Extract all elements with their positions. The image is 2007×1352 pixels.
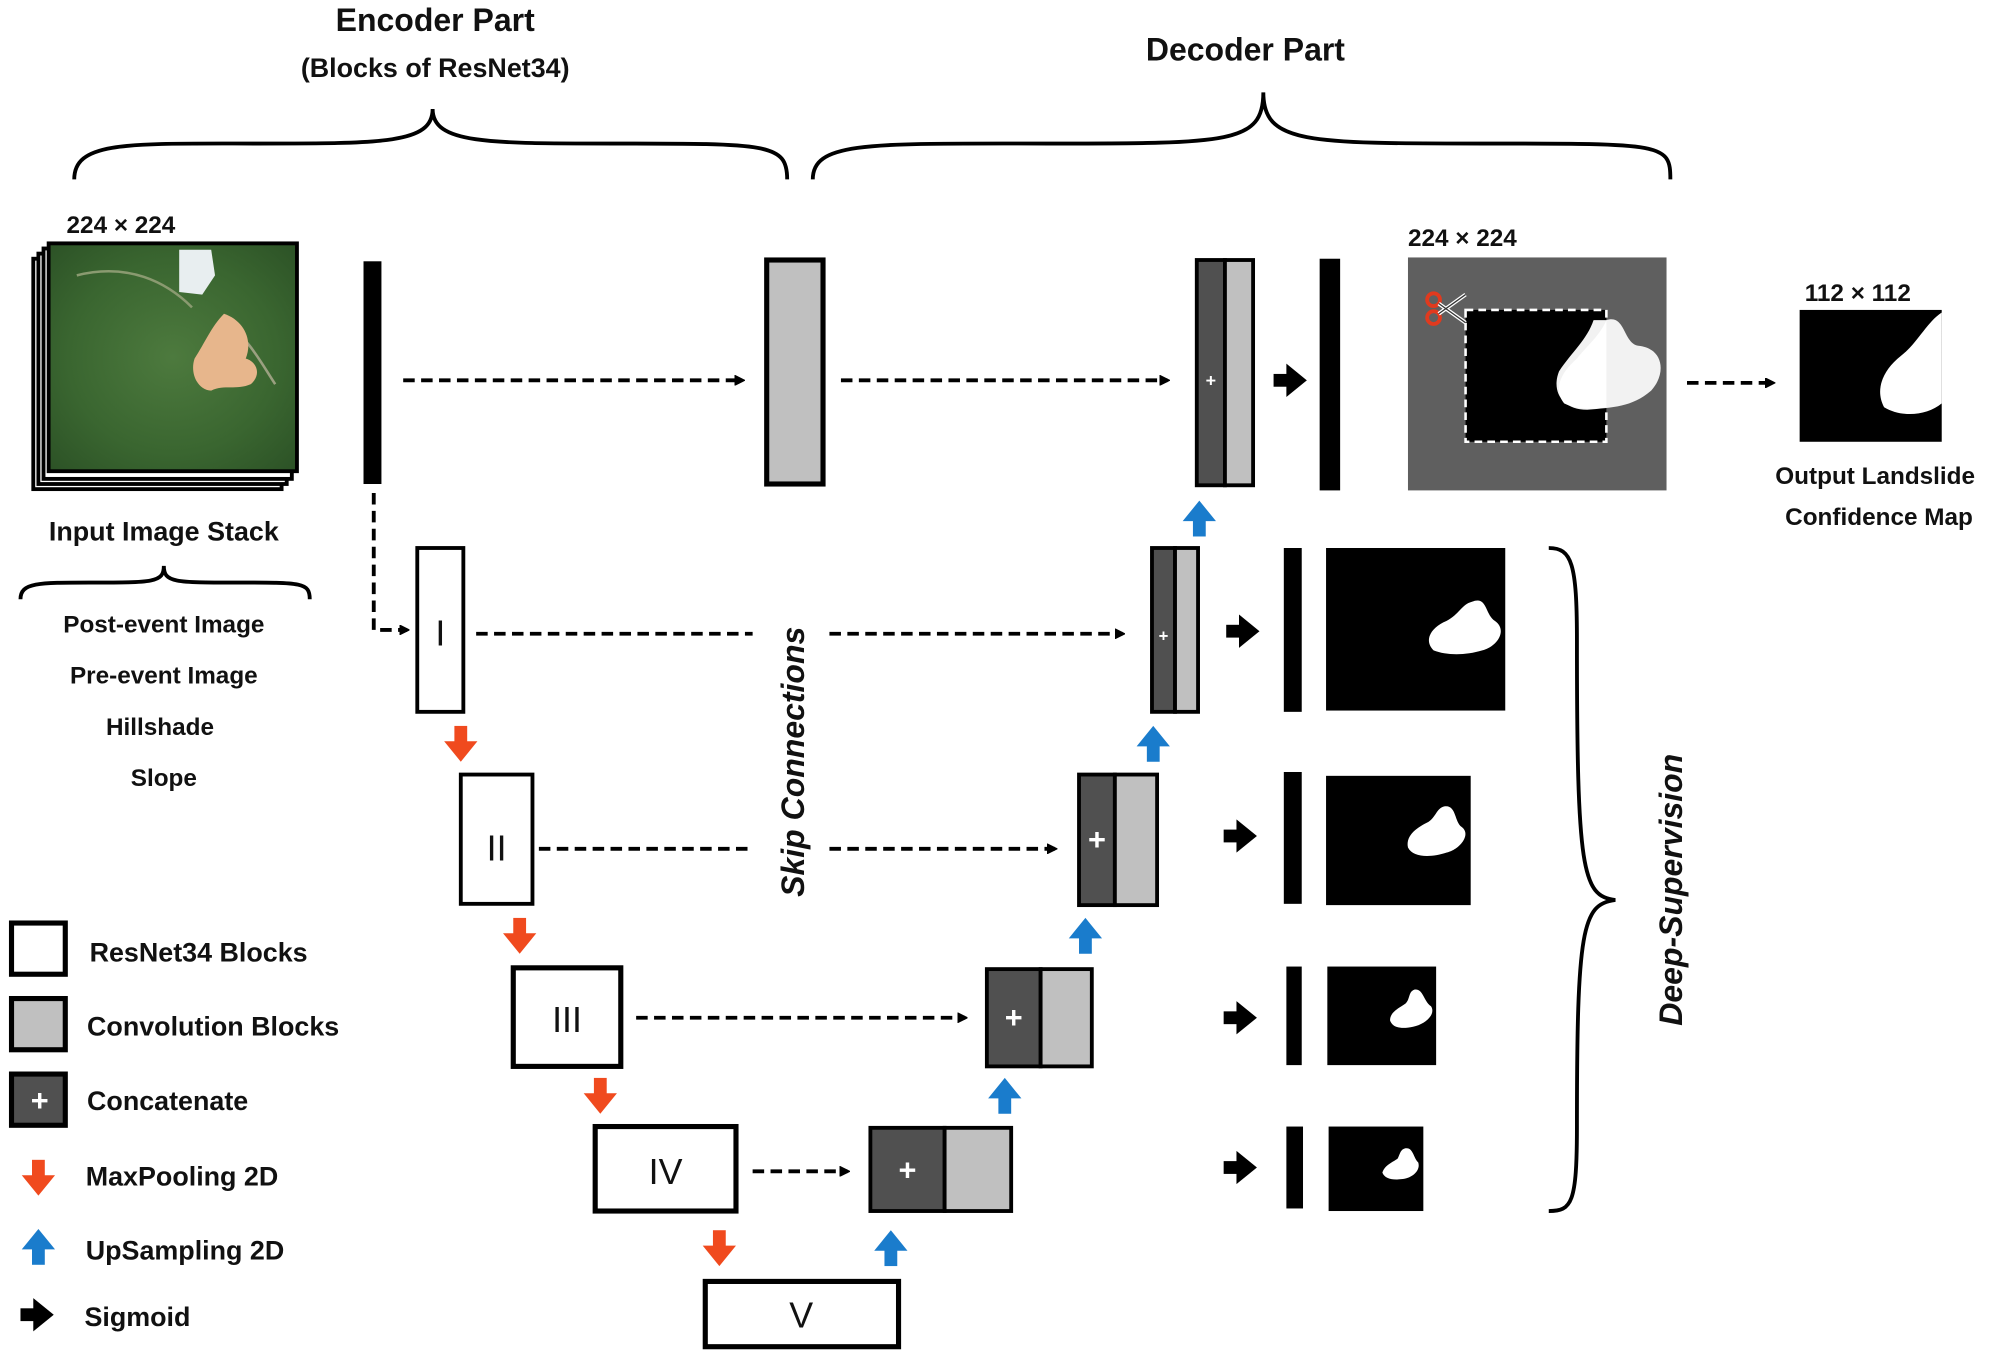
concatenate-block: +: [868, 1125, 1014, 1213]
feature-bar: [1286, 966, 1302, 1066]
resnet-block-legend-icon: [8, 920, 68, 977]
block-label: V: [789, 1296, 813, 1336]
sigmoid-arrow-icon: [1223, 1150, 1257, 1185]
sigmoid-arrow-icon: [1273, 363, 1307, 397]
upsampling-arrow-icon: [874, 1230, 908, 1267]
block-label: II: [487, 828, 507, 868]
sigmoid-arrow-icon: [1223, 819, 1257, 853]
upsampling-arrow-icon: [1068, 917, 1103, 954]
deep-supervision-label: Deep-Supervision: [1653, 754, 1689, 1026]
sigmoid-arrow-icon: [1226, 614, 1260, 648]
feature-bar: [363, 261, 382, 485]
dashed-arrow: [371, 492, 407, 630]
maxpooling-arrow-icon: [702, 1230, 736, 1267]
input-size: 224 × 224: [67, 212, 176, 239]
plus-icon: +: [1206, 371, 1216, 391]
deep-supervision-brace: [1548, 546, 1616, 1213]
feature-bar: [1319, 258, 1341, 491]
input-layer: Post-event Image: [63, 611, 264, 638]
legend-label: Concatenate: [87, 1086, 248, 1116]
legend-label: Sigmoid: [84, 1302, 190, 1332]
sigmoid-arrow-icon: [1223, 1001, 1257, 1035]
maxpooling-arrow-icon: [444, 725, 478, 762]
feature-bar: [1286, 1126, 1304, 1209]
legend-label: UpSampling 2D: [86, 1236, 284, 1266]
plus-icon: +: [1088, 822, 1106, 857]
plus-icon: +: [1005, 1000, 1023, 1035]
upsampling-legend-icon: [21, 1228, 56, 1265]
supervision-map: [1326, 775, 1471, 906]
input-layer: Slope: [131, 765, 197, 792]
encoder-subtitle: (Blocks of ResNet34): [301, 53, 570, 83]
crop-map: [1407, 257, 1667, 491]
block-label: IV: [649, 1152, 683, 1192]
concatenate-block: +: [984, 967, 1094, 1069]
plus-icon: +: [1159, 626, 1169, 645]
supervision-map: [1326, 548, 1506, 711]
maxpooling-arrow-icon: [583, 1077, 617, 1114]
legend-label: ResNet34 Blocks: [90, 937, 308, 967]
maxpooling-legend-icon: [21, 1159, 56, 1196]
convolution-block: [764, 257, 826, 487]
input-image-stack: [31, 241, 299, 492]
convolution-block-legend-icon: [8, 995, 68, 1053]
supervision-map: [1328, 1126, 1424, 1212]
output-label: Output Landslide: [1775, 463, 1975, 490]
input-layer: Pre-event Image: [70, 663, 258, 690]
upsampling-arrow-icon: [1182, 500, 1216, 537]
input-layer: Hillshade: [106, 714, 214, 741]
sigmoid-legend-icon: [20, 1298, 54, 1332]
crop-size: 224 × 224: [1408, 225, 1517, 252]
maxpooling-arrow-icon: [503, 917, 537, 954]
plus-icon: +: [31, 1083, 49, 1118]
decoder-title: Decoder Part: [1146, 31, 1345, 67]
block-label: III: [552, 1000, 582, 1040]
upsampling-arrow-icon: [1136, 725, 1170, 762]
upsampling-arrow-icon: [988, 1077, 1022, 1114]
feature-bar: [1283, 548, 1302, 712]
skip-connections-label: Skip Connections: [775, 627, 811, 897]
decoder-brace: [810, 92, 1673, 180]
architecture-diagram: Encoder Part (Blocks of ResNet34) Decode…: [0, 0, 2007, 1352]
concatenate-block: +: [1150, 546, 1200, 714]
output-label: Confidence Map: [1785, 504, 1973, 531]
output-confidence-map: [1799, 309, 1942, 442]
input-label: Input Image Stack: [49, 516, 279, 546]
legend-label: Convolution Blocks: [87, 1012, 339, 1042]
legend-label: MaxPooling 2D: [86, 1161, 279, 1191]
input-brace: [18, 565, 312, 600]
concatenate-block: +: [1194, 258, 1256, 488]
concatenate-block: +: [1077, 772, 1160, 908]
supervision-map: [1327, 966, 1437, 1066]
output-size: 112 × 112: [1805, 280, 1911, 307]
legend: ResNet34 Blocks Convolution Blocks + Con…: [8, 920, 339, 1332]
feature-bar: [1283, 771, 1302, 904]
encoder-title: Encoder Part: [336, 2, 535, 38]
encoder-brace: [72, 108, 790, 180]
block-label: I: [435, 613, 445, 653]
plus-icon: +: [899, 1152, 917, 1187]
